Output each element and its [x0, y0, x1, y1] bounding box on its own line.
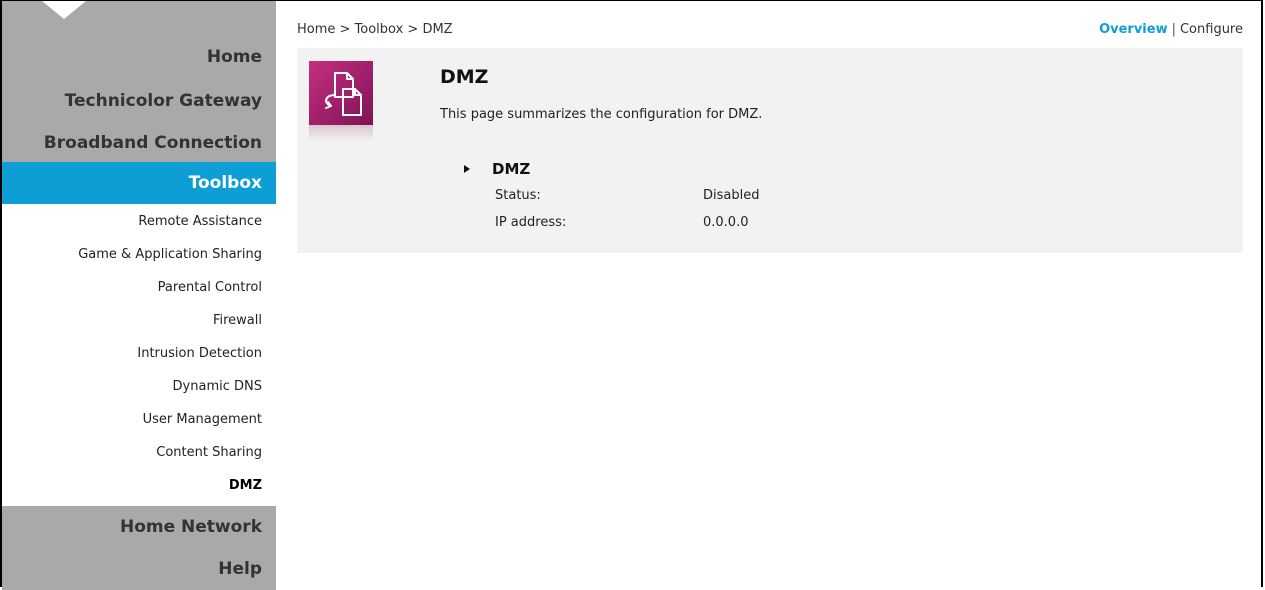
sidebar-subitem-remote-assistance[interactable]: Remote Assistance	[2, 210, 276, 234]
sidebar-item-label: Broadband Connection	[43, 133, 262, 153]
sidebar-subitem-label: Content Sharing	[156, 445, 262, 460]
sidebar-item-technicolor-gateway[interactable]: Technicolor Gateway	[2, 76, 276, 118]
notch-decoration	[42, 1, 86, 19]
sidebar-subitem-label: Dynamic DNS	[172, 379, 262, 394]
sidebar-subitem-firewall[interactable]: Firewall	[2, 309, 276, 333]
sidebar-subitem-dynamic-dns[interactable]: Dynamic DNS	[2, 375, 276, 399]
content-panel: DMZ This page summarizes the configurati…	[297, 48, 1243, 253]
configure-link[interactable]: Configure	[1180, 22, 1243, 37]
sidebar-item-label: Technicolor Gateway	[64, 91, 262, 111]
sidebar-subitem-label: Intrusion Detection	[137, 346, 262, 361]
section-title[interactable]: DMZ	[492, 160, 530, 178]
sidebar-subitem-label: Firewall	[212, 313, 262, 328]
sidebar: Home Technicolor Gateway Broadband Conne…	[2, 1, 276, 590]
sidebar-subitem-label: Parental Control	[157, 280, 262, 295]
status-label: Status:	[495, 188, 541, 203]
sidebar-subitem-label: User Management	[142, 412, 262, 427]
overview-link[interactable]: Overview	[1099, 22, 1168, 37]
view-switcher: Overview | Configure	[1099, 22, 1243, 37]
sidebar-item-home[interactable]: Home	[2, 38, 276, 76]
page-title: DMZ	[440, 66, 489, 88]
view-separator: |	[1171, 22, 1176, 37]
sidebar-item-label: Home	[206, 47, 262, 67]
page-description: This page summarizes the configuration f…	[440, 107, 763, 122]
sidebar-header	[2, 1, 276, 38]
sidebar-item-label: Help	[218, 559, 262, 579]
sidebar-subitem-label: Game & Application Sharing	[78, 247, 262, 262]
sidebar-subitem-label: Remote Assistance	[138, 214, 262, 229]
sidebar-subitem-user-management[interactable]: User Management	[2, 408, 276, 432]
ip-address-label: IP address:	[495, 215, 567, 230]
sidebar-item-label: Toolbox	[188, 173, 262, 193]
sidebar-subitem-content-sharing[interactable]: Content Sharing	[2, 441, 276, 465]
sidebar-item-toolbox[interactable]: Toolbox	[2, 162, 276, 204]
sidebar-subitem-game-application-sharing[interactable]: Game & Application Sharing	[2, 243, 276, 267]
ip-address-value: 0.0.0.0	[703, 215, 749, 230]
sidebar-item-help[interactable]: Help	[2, 548, 276, 590]
sidebar-item-broadband-connection[interactable]: Broadband Connection	[2, 118, 276, 162]
sidebar-subitem-label: DMZ	[228, 478, 262, 493]
sidebar-subitem-parental-control[interactable]: Parental Control	[2, 276, 276, 300]
icon-reflection	[309, 125, 373, 141]
breadcrumb: Home > Toolbox > DMZ	[297, 22, 453, 37]
sidebar-subitem-dmz[interactable]: DMZ	[2, 474, 276, 498]
section-expand-icon[interactable]	[464, 165, 470, 173]
sidebar-subitem-intrusion-detection[interactable]: Intrusion Detection	[2, 342, 276, 366]
sidebar-item-home-network[interactable]: Home Network	[2, 506, 276, 548]
sidebar-item-label: Home Network	[119, 517, 262, 537]
status-value: Disabled	[703, 188, 760, 203]
dmz-documents-icon	[309, 61, 373, 125]
